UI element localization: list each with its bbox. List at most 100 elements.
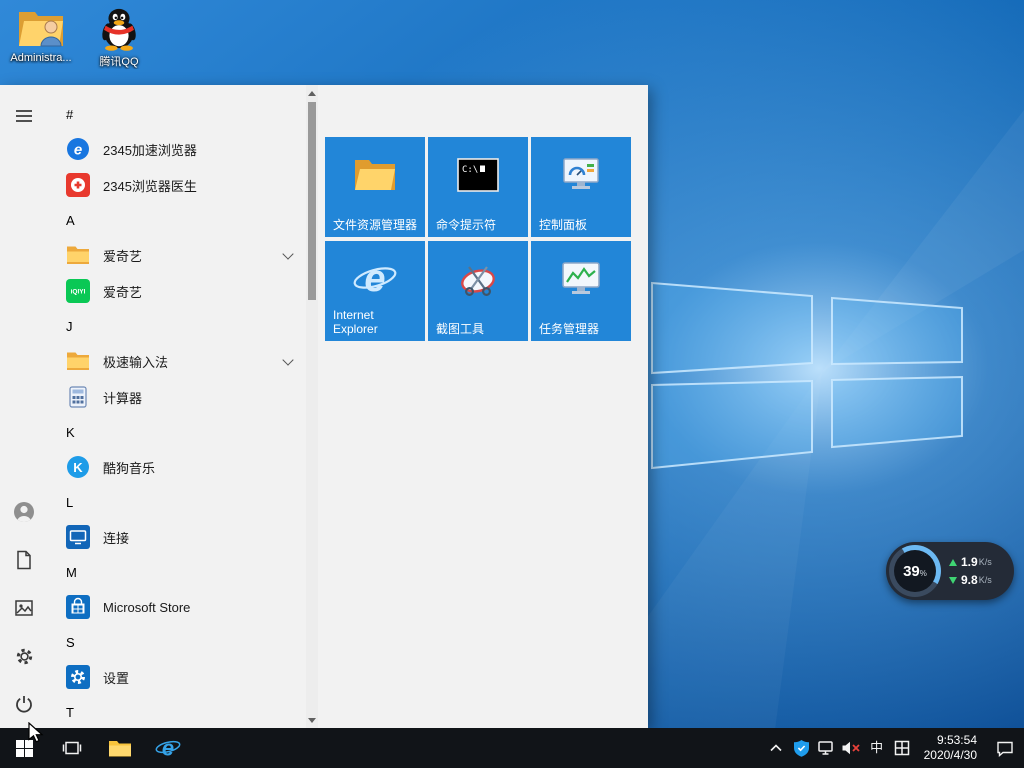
tile-task-manager[interactable]: 任务管理器: [531, 241, 631, 341]
gear-icon: [16, 648, 32, 664]
app-label: 设置: [103, 670, 130, 686]
app-list-header-j[interactable]: J: [48, 309, 306, 343]
tile-file-explorer[interactable]: 文件资源管理器: [325, 137, 425, 237]
taskbar-file-explorer-button[interactable]: [96, 728, 144, 768]
folder-icon: [109, 740, 131, 756]
command-prompt-icon: C:\: [428, 150, 528, 200]
network-icon: [818, 741, 833, 755]
browser-e-icon: e: [155, 736, 181, 761]
desktop-icon-administrator[interactable]: Administra...: [2, 8, 80, 64]
pictures-button[interactable]: [0, 584, 48, 632]
hamburger-icon: [16, 110, 32, 122]
app-list-header-m[interactable]: M: [48, 555, 306, 589]
folder-icon: [66, 349, 90, 373]
tile-grid: 文件资源管理器 C:\ 命令提示符 控制面板 e Internet Explor…: [325, 137, 631, 341]
volume-tray-icon[interactable]: [839, 728, 864, 768]
power-button[interactable]: [0, 680, 48, 728]
desktop-icon-label: 腾讯QQ: [99, 56, 139, 68]
memory-gauge: 39 %: [889, 545, 941, 597]
gauge-percent: 39: [903, 562, 920, 580]
ime-mode-button[interactable]: [890, 728, 915, 768]
tile-label: Internet Explorer: [333, 308, 378, 336]
upload-value: 1.9: [961, 555, 978, 569]
desktop-icon-qq[interactable]: 腾讯QQ: [80, 5, 158, 69]
task-view-button[interactable]: [48, 728, 96, 768]
taskbar-browser-button[interactable]: e: [144, 728, 192, 768]
documents-button[interactable]: [0, 536, 48, 584]
tile-control-panel[interactable]: 控制面板: [531, 137, 631, 237]
app-list-scrollbar[interactable]: [306, 85, 318, 728]
download-speed-row: 9.8 K/s: [949, 573, 992, 587]
ime-grid-icon: [894, 740, 910, 756]
account-button[interactable]: [0, 488, 48, 536]
scrollbar-thumb[interactable]: [308, 102, 316, 300]
qq-penguin-icon: [102, 8, 136, 51]
app-item-jisu-ime-folder[interactable]: 极速输入法: [48, 343, 306, 379]
tile-label: 任务管理器: [539, 322, 600, 336]
taskbar-clock[interactable]: 9:53:54 2020/4/30: [915, 733, 986, 763]
section-letter: S: [66, 634, 75, 650]
folder-icon: [66, 243, 90, 267]
snipping-tool-icon: [428, 254, 528, 304]
document-icon: [17, 550, 31, 570]
net-speed-widget[interactable]: 39 % 1.9 K/s 9.8 K/s: [886, 542, 1014, 600]
section-letter: A: [66, 212, 75, 228]
tile-internet-explorer[interactable]: e Internet Explorer: [325, 241, 425, 341]
app-item-iqiyi-folder[interactable]: 爱奇艺: [48, 237, 306, 273]
app-label: 计算器: [103, 390, 143, 406]
task-manager-icon: [531, 254, 631, 304]
settings-button[interactable]: [0, 632, 48, 680]
app-item-settings[interactable]: 设置: [48, 659, 306, 695]
ime-language-button[interactable]: 中: [864, 728, 890, 768]
windows-logo-icon: [15, 739, 33, 757]
app-list-header-t[interactable]: T: [48, 695, 306, 728]
network-tray-icon[interactable]: [814, 728, 839, 768]
app-item-connect[interactable]: 连接: [48, 519, 306, 555]
app-item-2345-doctor[interactable]: 2345浏览器医生: [48, 167, 306, 203]
app-item-kugou[interactable]: K 酷狗音乐: [48, 449, 306, 485]
gauge-percent-unit: %: [919, 569, 927, 578]
download-value: 9.8: [961, 573, 978, 587]
internet-explorer-icon: e: [325, 254, 425, 304]
app-item-2345-browser[interactable]: e 2345加速浏览器: [48, 131, 306, 167]
app-label: 2345浏览器医生: [103, 178, 197, 194]
scroll-up-icon[interactable]: [306, 86, 318, 100]
show-hidden-icons-button[interactable]: [764, 728, 789, 768]
microsoft-store-icon: [66, 595, 90, 619]
action-center-button[interactable]: [986, 728, 1024, 768]
app-list-header-hash[interactable]: #: [48, 97, 306, 131]
app-list-header-s[interactable]: S: [48, 625, 306, 659]
clock-date: 2020/4/30: [923, 748, 977, 762]
tile-snipping-tool[interactable]: 截图工具: [428, 241, 528, 341]
svg-text:e: e: [162, 736, 174, 761]
desktop-icon-label: Administra...: [10, 52, 72, 64]
app-label: 爱奇艺: [103, 248, 143, 264]
notification-icon: [997, 741, 1013, 757]
iqiyi-icon: iQIYI: [66, 279, 90, 303]
app-list-header-l[interactable]: L: [48, 485, 306, 519]
tile-label: 控制面板: [539, 218, 588, 232]
2345-browser-icon: e: [66, 137, 90, 161]
app-item-microsoft-store[interactable]: Microsoft Store: [48, 589, 306, 625]
tile-label: 命令提示符: [436, 218, 497, 232]
chevron-down-icon[interactable]: [282, 248, 294, 260]
start-button[interactable]: [0, 728, 48, 768]
chevron-down-icon[interactable]: [282, 354, 294, 366]
task-view-icon: [62, 741, 82, 755]
svg-text:e: e: [74, 142, 82, 159]
user-account-icon: [14, 502, 34, 522]
app-list-header-a[interactable]: A: [48, 203, 306, 237]
app-item-calculator[interactable]: 计算器: [48, 379, 306, 415]
clock-time: 9:53:54: [936, 733, 977, 747]
app-item-iqiyi[interactable]: iQIYI 爱奇艺: [48, 273, 306, 309]
svg-text:iQIYI: iQIYI: [71, 289, 86, 296]
system-tray: 中 9:53:54 2020/4/30: [764, 728, 1024, 768]
volume-muted-icon: [842, 741, 860, 755]
scroll-down-icon[interactable]: [306, 713, 318, 727]
app-label: 2345加速浏览器: [103, 142, 197, 158]
expand-menu-button[interactable]: [0, 92, 48, 140]
tile-command-prompt[interactable]: C:\ 命令提示符: [428, 137, 528, 237]
app-list-header-k[interactable]: K: [48, 415, 306, 449]
security-tray-icon[interactable]: [789, 728, 814, 768]
net-speeds: 1.9 K/s 9.8 K/s: [949, 555, 992, 587]
